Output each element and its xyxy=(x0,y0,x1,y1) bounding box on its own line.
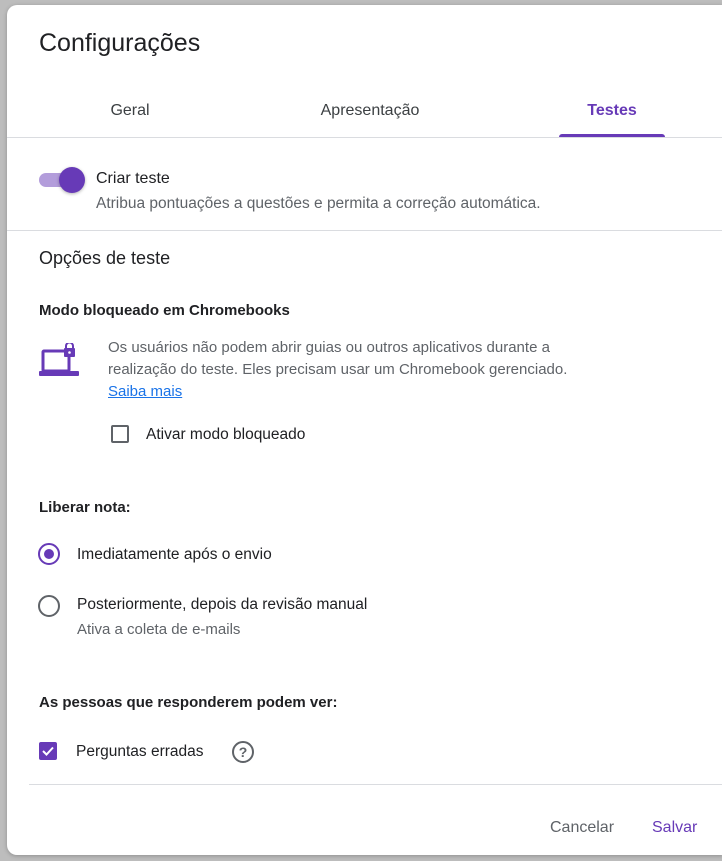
section-divider xyxy=(7,230,722,231)
save-button[interactable]: Salvar xyxy=(644,813,705,843)
release-later-radio[interactable] xyxy=(38,595,60,617)
tabs-divider xyxy=(7,137,722,138)
help-icon[interactable]: ? xyxy=(232,741,254,763)
tab-general[interactable]: Geral xyxy=(57,87,203,135)
learn-more-link[interactable]: Saiba mais xyxy=(108,383,182,400)
quiz-options-heading: Opções de teste xyxy=(39,248,171,268)
locked-mode-description: Os usuários não podem abrir guias ou out… xyxy=(108,337,708,403)
release-later-sublabel: Ativa a coleta de e-mails xyxy=(77,621,241,638)
locked-mode-checkbox[interactable] xyxy=(111,425,129,443)
missed-questions-label: Perguntas erradas xyxy=(76,743,204,760)
locked-mode-description-line2: realização do teste. Eles precisam usar … xyxy=(108,361,568,378)
settings-dialog: Configurações Geral Apresentação Testes … xyxy=(7,5,722,855)
create-quiz-toggle[interactable] xyxy=(37,165,85,193)
tab-presentation[interactable]: Apresentação xyxy=(297,87,443,135)
locked-mode-heading: Modo bloqueado em Chromebooks xyxy=(39,302,290,319)
toggle-thumb xyxy=(59,167,85,193)
respondents-can-see-heading: As pessoas que responderem podem ver: xyxy=(39,694,338,711)
missed-questions-checkbox[interactable] xyxy=(39,742,57,760)
create-quiz-label: Criar teste xyxy=(96,170,170,187)
locked-mode-description-line1: Os usuários não podem abrir guias ou out… xyxy=(108,339,550,356)
cancel-button[interactable]: Cancelar xyxy=(542,813,622,843)
create-quiz-description: Atribua pontuações a questões e permita … xyxy=(96,195,541,212)
release-later-label: Posteriormente, depois da revisão manual xyxy=(77,596,368,613)
check-icon xyxy=(42,746,54,756)
footer-divider xyxy=(29,784,722,785)
release-immediately-label: Imediatamente após o envio xyxy=(77,546,272,563)
settings-tabs: Geral Apresentação Testes xyxy=(7,87,722,137)
release-grade-heading: Liberar nota: xyxy=(39,499,131,516)
laptop-lock-icon xyxy=(39,343,79,376)
release-immediately-radio[interactable] xyxy=(38,543,60,565)
dialog-title: Configurações xyxy=(39,29,201,57)
tab-quizzes[interactable]: Testes xyxy=(559,87,665,137)
locked-mode-checkbox-label: Ativar modo bloqueado xyxy=(146,426,306,443)
